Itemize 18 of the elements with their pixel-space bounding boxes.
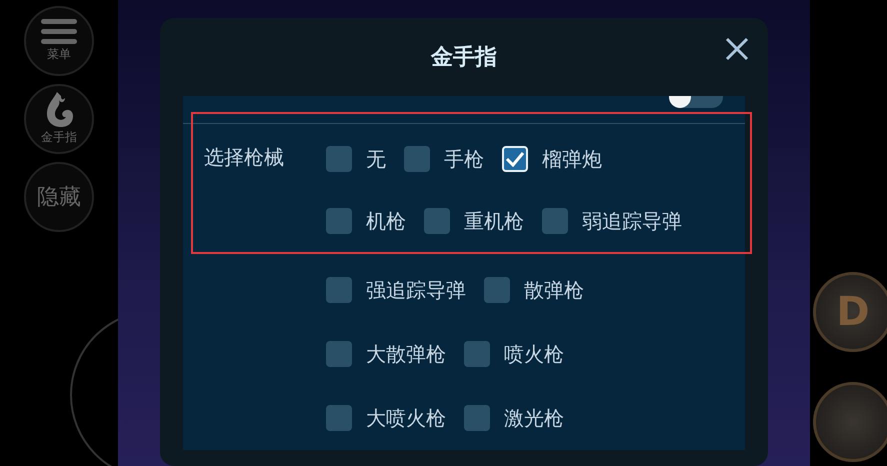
dialog-title: 金手指 (431, 44, 497, 72)
weapon-checkbox[interactable]: 散弹枪 (484, 275, 584, 305)
checkmark-icon (505, 151, 525, 167)
weapon-checkbox[interactable]: 榴弹炮 (502, 144, 602, 174)
weapon-checkbox[interactable]: 重机枪 (424, 206, 524, 236)
weapon-checkbox[interactable]: 强追踪导弹 (326, 275, 466, 305)
close-button[interactable] (724, 36, 750, 62)
weapon-checkbox[interactable]: 弱追踪导弹 (542, 206, 682, 236)
close-icon (724, 36, 750, 62)
weapon-checkbox[interactable]: 手枪 (404, 144, 484, 174)
weapon-checkbox[interactable]: 大喷火枪 (326, 403, 446, 433)
weapon-checkbox[interactable]: 机枪 (326, 206, 406, 236)
weapon-checkbox[interactable]: 大散弹枪 (326, 339, 446, 369)
weapon-checkbox[interactable]: 无 (326, 144, 386, 174)
weapon-checkbox[interactable]: 激光枪 (464, 403, 564, 433)
menu-icon (41, 19, 77, 45)
group-label: 选择枪械 (204, 144, 285, 171)
weapon-checkbox[interactable]: 喷火枪 (464, 339, 564, 369)
